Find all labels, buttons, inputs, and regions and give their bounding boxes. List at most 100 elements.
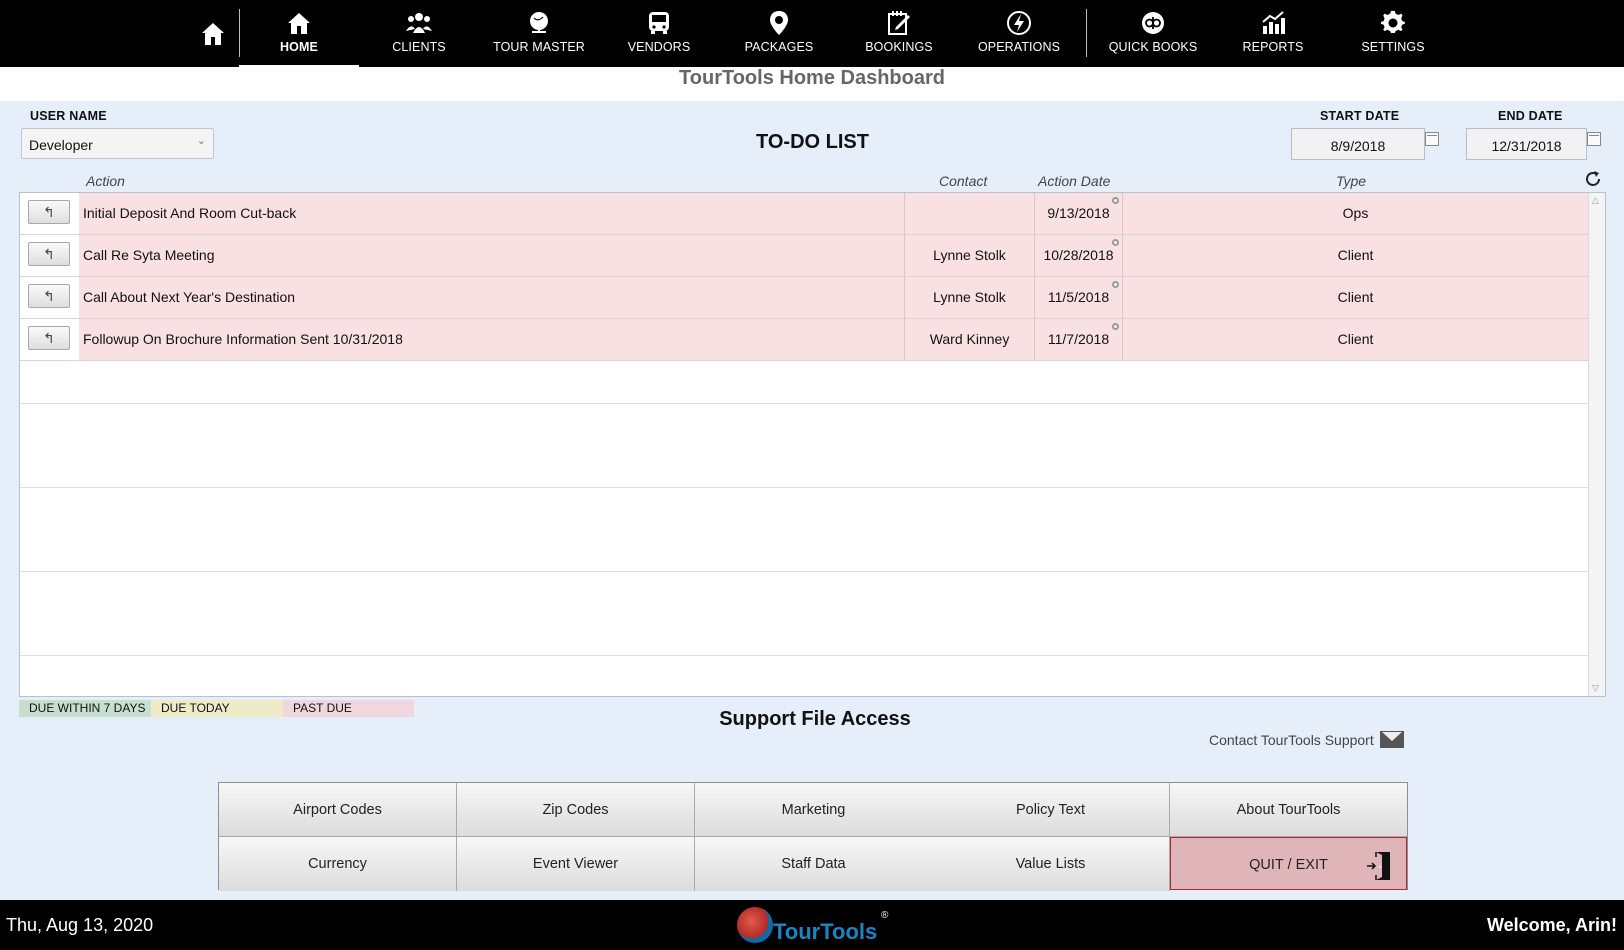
scroll-up-icon[interactable]: △ [1592,195,1599,206]
house-icon [288,13,310,34]
logo-text: TourTools [773,919,878,944]
legend-due-today: DUE TODAY [151,700,283,717]
open-record-button[interactable]: ↰ [28,200,70,224]
table-divider [20,403,1588,404]
row-contact-text: Ward Kinney [905,319,1035,360]
legend-past-due: PAST DUE [283,700,414,717]
top-navigation-bar: HOME CLIENTS TOUR MASTER VENDORS PACKAGE… [0,0,1624,67]
contact-support-link[interactable]: Contact TourTools Support [1209,731,1404,748]
map-pin-icon [770,11,788,35]
open-record-button[interactable]: ↰ [28,326,70,350]
date-options-icon[interactable] [1112,323,1119,330]
footer-date: Thu, Aug 13, 2020 [6,915,154,935]
nav-tour-master[interactable]: TOUR MASTER [484,0,594,67]
zip-codes-button[interactable]: Zip Codes [457,783,695,837]
table-row[interactable]: ↰ Initial Deposit And Room Cut-back 9/13… [20,193,1588,235]
table-divider [20,655,1588,656]
row-type-text: Client [1123,319,1588,360]
airport-codes-button[interactable]: Airport Codes [219,783,457,837]
refresh-icon[interactable] [1584,170,1602,188]
nav-reports[interactable]: REPORTS [1218,0,1328,67]
start-date-label: START DATE [1320,109,1400,123]
mail-icon [1379,731,1404,748]
legend-due-within-7-days: DUE WITHIN 7 DAYS [19,700,151,717]
currency-button[interactable]: Currency [219,837,457,891]
marketing-button[interactable]: Marketing [695,783,933,837]
table-divider [20,571,1588,572]
row-action-text: Initial Deposit And Room Cut-back [79,193,905,234]
lightning-icon [1007,11,1031,35]
nav-clients[interactable]: CLIENTS [364,0,474,67]
column-header-type: Type [1336,173,1367,189]
open-record-button[interactable]: ↰ [28,242,70,266]
date-options-icon[interactable] [1112,281,1119,288]
staff-data-button[interactable]: Staff Data [695,837,933,891]
nav-packages[interactable]: PACKAGES [724,0,834,67]
scroll-down-icon[interactable]: ▽ [1592,683,1599,694]
nav-tour-master-label: TOUR MASTER [493,40,585,54]
date-options-icon[interactable] [1112,239,1119,246]
row-action-date[interactable]: 11/7/2018 [1035,319,1123,360]
nav-home[interactable]: HOME [239,0,359,67]
nav-settings-label: SETTINGS [1361,40,1425,54]
row-type-text: Ops [1123,193,1588,234]
end-date-label: END DATE [1498,109,1563,123]
table-divider [20,487,1588,488]
calendar-icon[interactable] [1587,132,1601,146]
footer-bar: Thu, Aug 13, 2020 TourTools ® Welcome, A… [0,900,1624,950]
row-contact-text: Lynne Stolk [905,277,1035,318]
nav-operations-label: OPERATIONS [977,40,1061,54]
exit-door-icon [1367,852,1390,880]
user-name-label: USER NAME [30,109,107,123]
date-options-icon[interactable] [1112,197,1119,204]
quit-exit-button[interactable]: QUIT / EXIT [1170,837,1407,890]
nav-operations[interactable]: OPERATIONS [964,0,1074,67]
calendar-icon[interactable] [1425,132,1439,146]
row-action-date[interactable]: 9/13/2018 [1035,193,1123,234]
event-viewer-button[interactable]: Event Viewer [457,837,695,891]
user-name-dropdown[interactable]: Developer ⌄ [21,128,214,159]
chart-icon [1262,11,1285,34]
nav-clients-label: CLIENTS [392,40,446,54]
start-date-field[interactable]: 8/9/2018 [1291,128,1425,160]
gear-icon [1380,10,1405,33]
about-tourtools-button[interactable]: About TourTools [1170,783,1407,837]
nav-bookings[interactable]: BOOKINGS [844,0,954,67]
nav-settings[interactable]: SETTINGS [1338,0,1448,67]
column-header-action-date: Action Date [1038,173,1111,189]
column-header-contact: Contact [939,173,988,189]
end-date-field[interactable]: 12/31/2018 [1466,128,1587,160]
welcome-message: Welcome, Arin! [1486,915,1617,935]
table-row[interactable]: ↰ Followup On Brochure Information Sent … [20,319,1588,361]
row-contact-text: Lynne Stolk [905,235,1035,276]
registered-mark: ® [881,910,889,921]
home-shortcut-button[interactable] [190,0,235,67]
tourtools-logo: TourTools ® [735,905,895,947]
contact-support-label: Contact TourTools Support [1209,731,1374,748]
row-action-text: Call About Next Year's Destination [79,277,905,318]
nav-quick-books[interactable]: QUICK BOOKS [1098,0,1208,67]
globe-icon [530,12,548,33]
value-lists-button[interactable]: Value Lists [932,837,1170,891]
house-icon [201,22,224,45]
page-title: TourTools Home Dashboard [0,67,1624,101]
todo-list-title: TO-DO LIST [756,131,869,153]
quickbooks-icon [1142,12,1164,34]
nav-separator [1086,9,1087,57]
nav-bookings-label: BOOKINGS [865,40,933,54]
vertical-scrollbar[interactable]: △ ▽ [1588,193,1605,696]
globe-logo-icon [737,907,773,943]
quit-exit-label: QUIT / EXIT [1249,857,1328,873]
row-action-text: Followup On Brochure Information Sent 10… [79,319,905,360]
table-row[interactable]: ↰ Call About Next Year's Destination Lyn… [20,277,1588,319]
nav-vendors[interactable]: VENDORS [604,0,714,67]
row-action-date[interactable]: 10/28/2018 [1035,235,1123,276]
policy-text-button[interactable]: Policy Text [932,783,1170,837]
row-action-date[interactable]: 11/5/2018 [1035,277,1123,318]
row-contact-text [905,193,1035,234]
table-row[interactable]: ↰ Call Re Syta Meeting Lynne Stolk 10/28… [20,235,1588,277]
nav-quick-books-label: QUICK BOOKS [1108,40,1198,54]
open-record-button[interactable]: ↰ [28,284,70,308]
nav-packages-label: PACKAGES [744,40,814,54]
row-action-text: Call Re Syta Meeting [79,235,905,276]
